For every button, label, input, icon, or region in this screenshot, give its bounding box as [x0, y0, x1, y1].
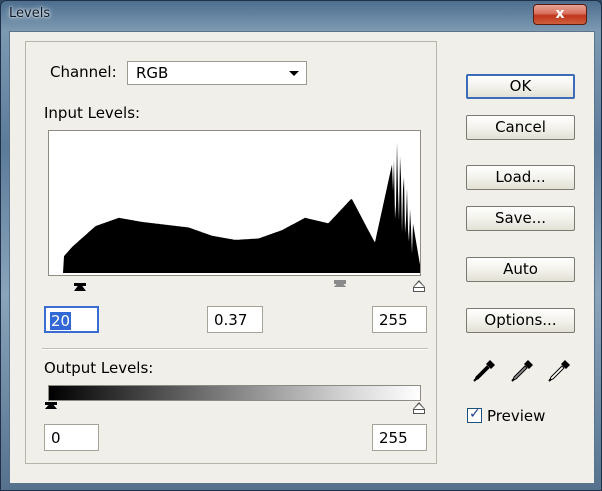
histogram-svg	[49, 142, 420, 273]
input-black-point-handle[interactable]	[74, 283, 86, 291]
preview-checkbox[interactable]: ✓	[467, 406, 482, 423]
histogram-area	[49, 142, 420, 273]
ok-button[interactable]: OK	[466, 74, 575, 99]
section-divider	[42, 348, 428, 350]
output-white-handle[interactable]	[413, 402, 425, 414]
output-black-field[interactable]: 0	[44, 424, 99, 451]
histogram	[48, 130, 421, 276]
preview-label[interactable]: Preview	[487, 407, 545, 425]
input-gamma-handle[interactable]	[334, 280, 346, 287]
save-button[interactable]: Save...	[466, 206, 575, 231]
input-white-point-handle[interactable]	[413, 280, 425, 292]
checkmark-icon: ✓	[469, 406, 481, 422]
chevron-down-icon	[289, 71, 299, 76]
input-gamma-field[interactable]: 0.37	[207, 306, 263, 333]
channel-label: Channel:	[46, 63, 121, 81]
window-title: Levels	[9, 6, 51, 21]
output-black-handle[interactable]	[45, 402, 57, 409]
output-white-field[interactable]: 255	[372, 424, 427, 451]
options-button[interactable]: Options...	[466, 308, 575, 333]
channel-select[interactable]: RGB	[127, 61, 307, 85]
close-button[interactable]: x	[533, 4, 587, 25]
input-black-field[interactable]: 20	[44, 306, 99, 333]
output-gradient-bar	[48, 385, 421, 401]
gray-eyedropper-icon[interactable]	[508, 357, 536, 385]
input-white-field[interactable]: 255	[372, 306, 427, 333]
load-button[interactable]: Load...	[466, 165, 575, 190]
input-levels-label: Input Levels:	[44, 104, 141, 122]
black-eyedropper-icon[interactable]	[470, 357, 498, 385]
close-icon: x	[555, 6, 565, 22]
cancel-button[interactable]: Cancel	[466, 115, 575, 140]
output-levels-label: Output Levels:	[44, 359, 154, 377]
auto-button[interactable]: Auto	[466, 257, 575, 282]
channel-select-value: RGB	[136, 64, 169, 82]
white-eyedropper-icon[interactable]	[545, 357, 573, 385]
